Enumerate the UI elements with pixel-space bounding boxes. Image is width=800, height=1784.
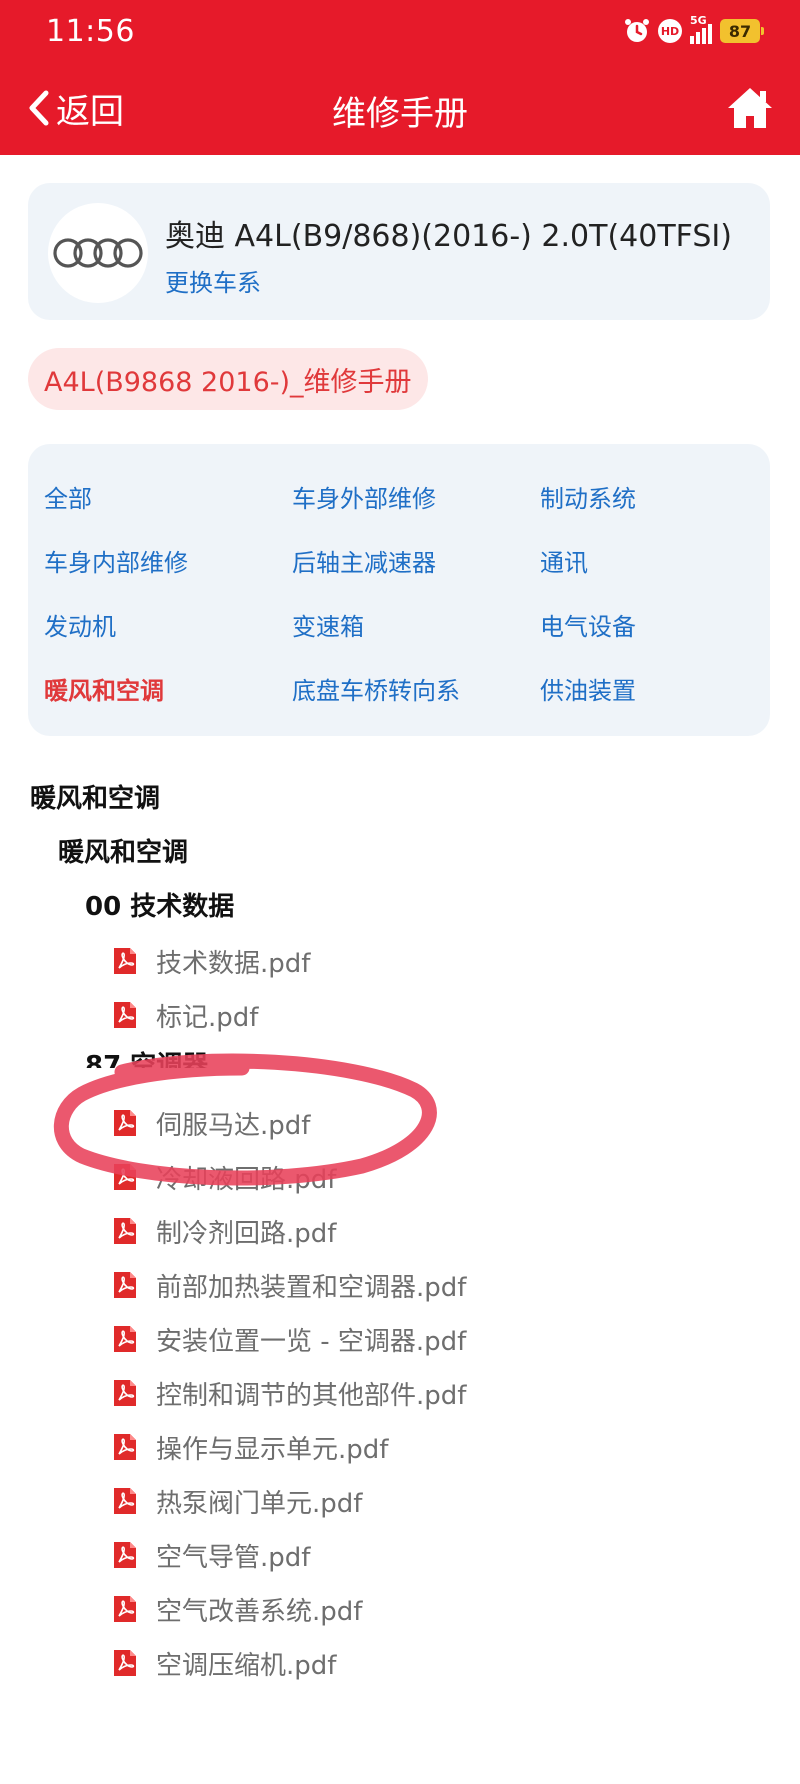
hd-icon: HD <box>658 19 682 43</box>
file-item[interactable]: 空气导管.pdf <box>110 1535 310 1575</box>
file-name: 冷却液回路.pdf <box>156 1164 337 1195</box>
tree-group-title[interactable]: 00 技术数据 <box>85 886 234 923</box>
vehicle-name: 奥迪 A4L(B9/868)(2016-) 2.0T(40TFSI) <box>165 219 732 254</box>
navbar: 返回 维修手册 <box>0 64 800 155</box>
signal-icon: 5G <box>690 14 712 44</box>
file-item[interactable]: 标记.pdf <box>110 995 258 1035</box>
category-heating-ac[interactable]: 暖风和空调 <box>44 671 164 706</box>
pdf-icon <box>114 1326 136 1352</box>
file-name: 热泵阀门单元.pdf <box>156 1488 363 1519</box>
file-item[interactable]: 伺服马达.pdf <box>110 1103 310 1143</box>
pdf-icon <box>114 948 136 974</box>
file-name: 制冷剂回路.pdf <box>156 1218 337 1249</box>
file-item[interactable]: 空调压缩机.pdf <box>110 1643 336 1683</box>
file-name: 空调压缩机.pdf <box>156 1650 337 1681</box>
file-name: 技术数据.pdf <box>156 948 311 979</box>
file-item[interactable]: 制冷剂回路.pdf <box>110 1211 336 1251</box>
category-rear-axle-final-drive[interactable]: 后轴主减速器 <box>292 543 436 578</box>
pdf-icon <box>114 1110 136 1136</box>
pdf-icon <box>114 1650 136 1676</box>
tree-group-title[interactable]: 87 空调器 <box>85 1050 208 1068</box>
file-item[interactable]: 操作与显示单元.pdf <box>110 1427 388 1467</box>
alarm-icon <box>625 19 649 42</box>
status-icons: HD 5G 87 <box>624 14 764 44</box>
category-all[interactable]: 全部 <box>44 479 92 514</box>
pdf-icon <box>114 1488 136 1514</box>
file-item[interactable]: 控制和调节的其他部件.pdf <box>110 1373 466 1413</box>
category-brakes[interactable]: 制动系统 <box>540 479 636 514</box>
status-time: 11:56 <box>46 14 135 49</box>
battery-icon: 87 <box>720 19 764 43</box>
file-name: 标记.pdf <box>156 1002 259 1033</box>
page-title: 维修手册 <box>332 94 468 134</box>
file-name: 空气导管.pdf <box>156 1542 311 1573</box>
status-bar: 11:56 HD 5G 87 <box>0 0 800 64</box>
file-name: 空气改善系统.pdf <box>156 1596 363 1627</box>
pdf-icon <box>114 1380 136 1406</box>
app-header: 11:56 HD 5G 87 返回 维修手册 <box>0 0 800 155</box>
manual-tag[interactable]: A4L(B9868 2016-)_维修手册 <box>28 348 428 410</box>
category-body-interior[interactable]: 车身内部维修 <box>44 543 188 578</box>
pdf-icon <box>114 1542 136 1568</box>
home-icon[interactable] <box>726 84 774 132</box>
pdf-icon <box>114 1002 136 1028</box>
category-electrical[interactable]: 电气设备 <box>540 607 636 642</box>
file-name: 操作与显示单元.pdf <box>156 1434 389 1465</box>
category-communication[interactable]: 通讯 <box>540 543 588 578</box>
file-name: 前部加热装置和空调器.pdf <box>156 1272 467 1303</box>
tree-section-title[interactable]: 暖风和空调 <box>30 778 160 815</box>
file-name: 伺服马达.pdf <box>156 1110 311 1141</box>
pdf-icon <box>114 1164 136 1190</box>
tree-subsection-title[interactable]: 暖风和空调 <box>58 832 188 869</box>
file-item[interactable]: 安装位置一览 - 空调器.pdf <box>110 1319 466 1359</box>
file-item[interactable]: 热泵阀门单元.pdf <box>110 1481 362 1521</box>
category-engine[interactable]: 发动机 <box>44 607 116 642</box>
file-name: 安装位置一览 - 空调器.pdf <box>156 1326 467 1357</box>
pdf-icon <box>114 1218 136 1244</box>
pdf-icon <box>114 1596 136 1622</box>
vehicle-card: 奥迪 A4L(B9/868)(2016-) 2.0T(40TFSI) 更换车系 <box>28 183 770 320</box>
file-item[interactable]: 技术数据.pdf <box>110 941 310 981</box>
category-chassis-steering[interactable]: 底盘车桥转向系 <box>292 671 460 706</box>
file-name: 控制和调节的其他部件.pdf <box>156 1380 467 1411</box>
category-panel: 全部 车身外部维修 制动系统 车身内部维修 后轴主减速器 通讯 发动机 变速箱 … <box>28 444 770 736</box>
pdf-icon <box>114 1272 136 1298</box>
category-body-exterior[interactable]: 车身外部维修 <box>292 479 436 514</box>
category-fuel-supply[interactable]: 供油装置 <box>540 671 636 706</box>
category-gearbox[interactable]: 变速箱 <box>292 607 364 642</box>
change-series-link[interactable]: 更换车系 <box>165 263 261 298</box>
file-item[interactable]: 前部加热装置和空调器.pdf <box>110 1265 466 1305</box>
pdf-icon <box>114 1434 136 1460</box>
audi-rings-logo <box>48 203 148 303</box>
network-label: 5G <box>690 14 707 27</box>
file-item[interactable]: 冷却液回路.pdf <box>110 1157 336 1197</box>
file-item[interactable]: 空气改善系统.pdf <box>110 1589 362 1629</box>
